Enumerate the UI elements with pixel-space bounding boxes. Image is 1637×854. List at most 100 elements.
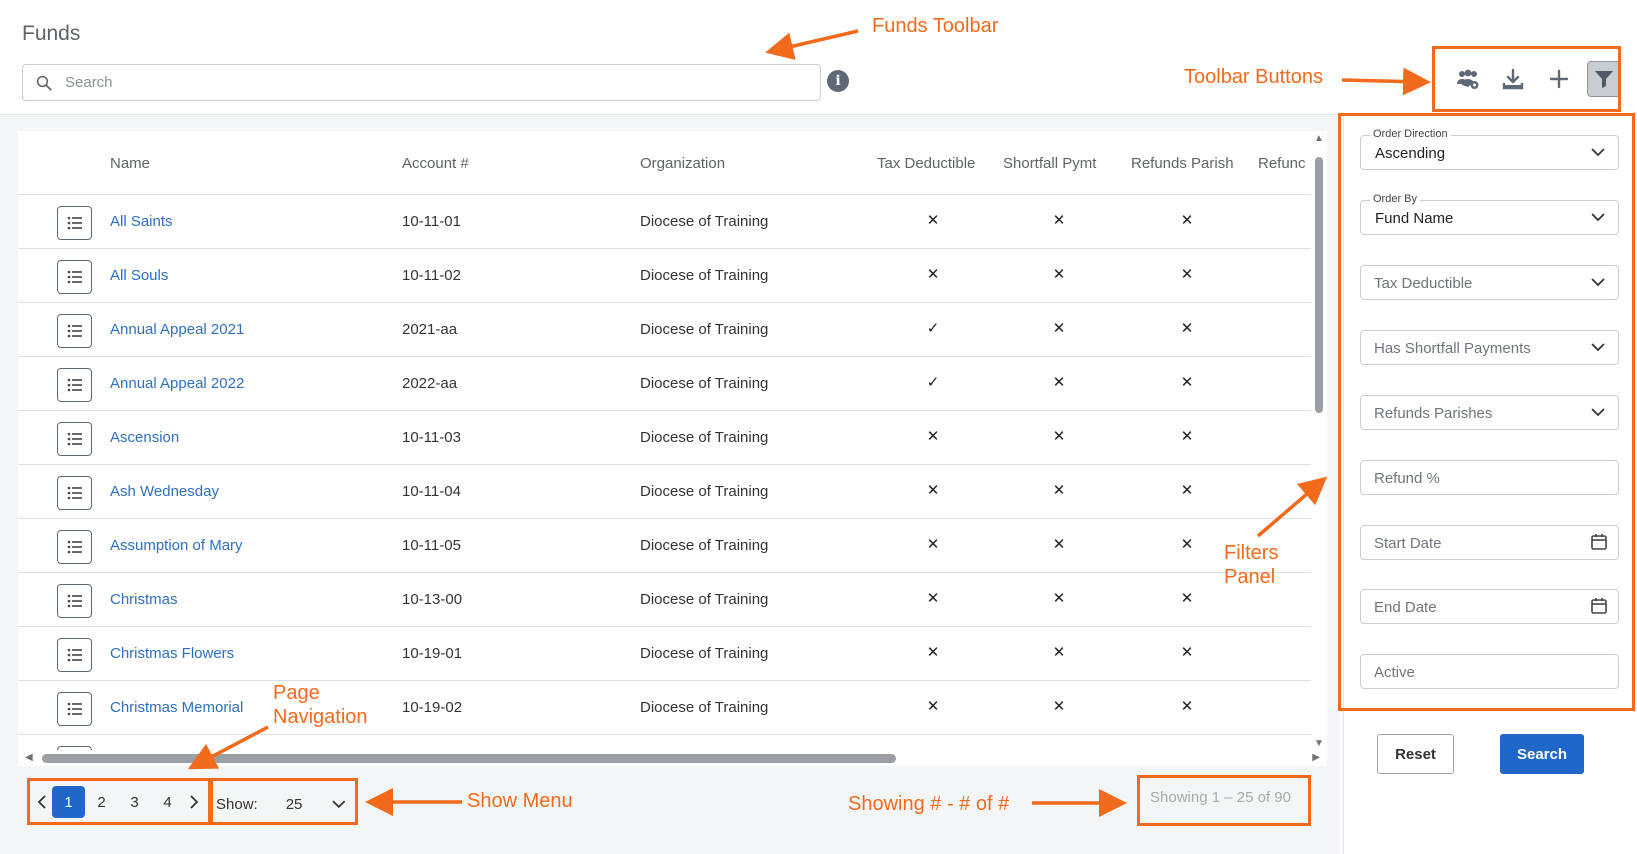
table-row[interactable]: Ascension 10-11-03 Diocese of Training ✕ ✕ ✕ bbox=[18, 411, 1311, 465]
table-row[interactable]: Annual Appeal 2021 2021-aa Diocese of Trai… bbox=[18, 303, 1311, 357]
showing-annotation: Showing # - # of # bbox=[848, 793, 1010, 815]
tax-deductible-cell: ✕ bbox=[926, 212, 940, 229]
tax-deductible-cell: ✕ bbox=[926, 266, 940, 283]
organization-cell: Diocese of Training bbox=[640, 429, 769, 446]
toolbar-buttons-callout-box bbox=[1432, 46, 1621, 112]
col-organization[interactable]: Organization bbox=[640, 155, 725, 172]
list-icon bbox=[67, 378, 82, 392]
fund-name-link[interactable]: Christmas Flowers bbox=[110, 645, 234, 662]
fund-name-link[interactable]: Ascension bbox=[110, 429, 179, 446]
row-menu-button[interactable] bbox=[57, 368, 92, 402]
fund-name-link[interactable]: Assumption of Mary bbox=[110, 537, 243, 554]
fund-name-link[interactable]: Annual Appeal 2022 bbox=[110, 375, 244, 392]
row-menu-button[interactable] bbox=[57, 584, 92, 618]
scroll-left-icon[interactable]: ◀ bbox=[25, 752, 33, 763]
refunds-parish-cell: ✕ bbox=[1180, 590, 1194, 607]
organization-cell: Diocese of Training bbox=[640, 591, 769, 608]
tax-deductible-cell: ✕ bbox=[926, 698, 940, 715]
scroll-right-icon[interactable]: ▶ bbox=[1312, 752, 1320, 763]
row-menu-button[interactable] bbox=[57, 206, 92, 240]
account-cell: 2022-aa bbox=[402, 375, 458, 392]
refunds-parish-cell: ✕ bbox=[1180, 374, 1194, 391]
list-icon bbox=[67, 594, 82, 608]
list-icon bbox=[67, 432, 82, 446]
row-menu-button[interactable] bbox=[57, 692, 92, 726]
row-menu-button[interactable] bbox=[57, 260, 92, 294]
shortfall-cell: ✕ bbox=[1052, 644, 1066, 661]
fund-name-link[interactable]: Christmas Memorial bbox=[110, 699, 243, 716]
organization-cell: Diocese of Training bbox=[640, 375, 769, 392]
row-menu-button[interactable] bbox=[57, 476, 92, 510]
shortfall-cell: ✕ bbox=[1052, 590, 1066, 607]
tax-deductible-cell: ✕ bbox=[926, 536, 940, 553]
row-menu-button[interactable] bbox=[57, 314, 92, 348]
shortfall-cell: ✕ bbox=[1052, 212, 1066, 229]
fund-name-link[interactable]: All Saints bbox=[110, 213, 173, 230]
tax-deductible-cell: ✓ bbox=[926, 320, 940, 337]
organization-cell: Diocese of Training bbox=[640, 537, 769, 554]
horizontal-scroll-thumb[interactable] bbox=[42, 754, 896, 763]
table-row[interactable]: All Souls 10-11-02 Diocese of Training ✕ ✕ ✕ bbox=[18, 249, 1311, 303]
col-refunds-parish[interactable]: Refunds Parish bbox=[1131, 155, 1234, 172]
table-row[interactable]: Ash Wednesday 10-11-04 Diocese of Training… bbox=[18, 465, 1311, 519]
page-title: Funds bbox=[22, 22, 81, 45]
refunds-parish-cell: ✕ bbox=[1180, 644, 1194, 661]
col-refund[interactable]: Refunc bbox=[1258, 155, 1306, 172]
table-row[interactable]: All Saints 10-11-01 Diocese of Training ✕ ✕ ✕ bbox=[18, 195, 1311, 249]
account-cell: 10-19-01 bbox=[402, 645, 463, 662]
search-icon bbox=[36, 75, 52, 91]
row-menu-button[interactable] bbox=[57, 530, 92, 564]
table-row[interactable]: Christmas 10-13-00 Diocese of Training ✕ ✕ ✕ bbox=[18, 573, 1311, 627]
shortfall-cell: ✕ bbox=[1052, 482, 1066, 499]
info-icon[interactable]: i bbox=[827, 70, 849, 92]
refunds-parish-cell: ✕ bbox=[1180, 212, 1194, 229]
fund-name-link[interactable]: Annual Appeal 2021 bbox=[110, 321, 244, 338]
tax-deductible-cell: ✕ bbox=[926, 590, 940, 607]
fund-name-link[interactable]: Ash Wednesday bbox=[110, 483, 219, 500]
shortfall-cell: ✕ bbox=[1052, 536, 1066, 553]
account-cell: 10-11-03 bbox=[402, 429, 461, 446]
funds-toolbar-annotation: Funds Toolbar bbox=[872, 15, 999, 37]
reset-button[interactable]: Reset bbox=[1377, 734, 1454, 774]
toolbar-buttons-annotation: Toolbar Buttons bbox=[1184, 66, 1323, 88]
organization-cell: Diocese of Training bbox=[640, 267, 769, 284]
fund-name-link[interactable]: Christmas bbox=[110, 591, 178, 608]
table-header: Name Account # Organization Tax Deductib… bbox=[18, 131, 1311, 195]
account-cell: 10-11-04 bbox=[402, 483, 461, 500]
row-menu-button[interactable] bbox=[57, 638, 92, 672]
search-button[interactable]: Search bbox=[1500, 734, 1584, 774]
organization-cell: Diocese of Training bbox=[640, 321, 769, 338]
account-cell: 10-11-01 bbox=[402, 213, 461, 230]
search-box[interactable] bbox=[22, 64, 821, 101]
table-row[interactable]: Annual Appeal 2022 2022-aa Diocese of Trai… bbox=[18, 357, 1311, 411]
table-row[interactable]: Assumption of Mary 10-11-05 Diocese of Tra… bbox=[18, 519, 1311, 573]
organization-cell: Diocese of Training bbox=[640, 483, 769, 500]
table-row-partial[interactable] bbox=[18, 735, 1311, 750]
account-cell: 2021-aa bbox=[402, 321, 458, 338]
fund-name-link[interactable]: All Souls bbox=[110, 267, 168, 284]
show-menu-annotation: Show Menu bbox=[467, 790, 573, 812]
refunds-parish-cell: ✕ bbox=[1180, 698, 1194, 715]
list-icon bbox=[67, 540, 82, 554]
account-cell: 10-19-02 bbox=[402, 699, 463, 716]
page-navigation-callout-box bbox=[27, 778, 211, 825]
col-tax-deductible[interactable]: Tax Deductible bbox=[877, 155, 975, 172]
refunds-parish-cell: ✕ bbox=[1180, 428, 1194, 445]
account-cell: 10-11-02 bbox=[402, 267, 461, 284]
table-row[interactable]: Christmas Flowers 10-19-01 Diocese of Trai… bbox=[18, 627, 1311, 681]
refunds-parish-cell: ✕ bbox=[1180, 266, 1194, 283]
scroll-down-icon[interactable]: ▼ bbox=[1314, 738, 1324, 749]
search-input[interactable] bbox=[65, 74, 765, 91]
row-menu-button[interactable] bbox=[57, 422, 92, 456]
col-account[interactable]: Account # bbox=[402, 155, 469, 172]
list-icon bbox=[67, 324, 82, 338]
scroll-up-icon[interactable]: ▲ bbox=[1314, 133, 1324, 144]
list-icon bbox=[67, 486, 82, 500]
tax-deductible-cell: ✕ bbox=[926, 644, 940, 661]
organization-cell: Diocese of Training bbox=[640, 213, 769, 230]
shortfall-cell: ✕ bbox=[1052, 428, 1066, 445]
table-row[interactable]: Christmas Memorial 10-19-02 Diocese of Tra… bbox=[18, 681, 1311, 735]
col-name[interactable]: Name bbox=[110, 155, 150, 172]
col-shortfall[interactable]: Shortfall Pymt bbox=[1003, 155, 1096, 172]
vertical-scroll-thumb[interactable] bbox=[1315, 157, 1323, 413]
